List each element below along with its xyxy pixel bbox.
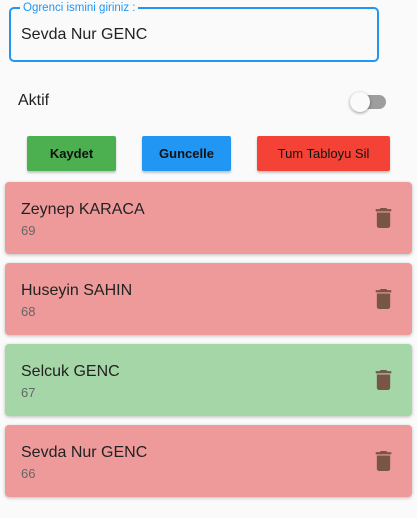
active-row: Aktif xyxy=(0,88,417,116)
update-button[interactable]: Guncelle xyxy=(142,136,231,171)
student-card[interactable]: Huseyin SAHIN 68 xyxy=(5,263,412,335)
trash-icon[interactable] xyxy=(375,451,392,471)
student-score: 66 xyxy=(21,466,36,481)
student-name-label: Ogrenci ismini giriniz : xyxy=(20,0,139,16)
trash-icon[interactable] xyxy=(375,289,392,309)
active-switch[interactable] xyxy=(350,92,388,112)
student-name: Selcuk GENC xyxy=(21,363,120,380)
save-button[interactable]: Kaydet xyxy=(27,136,116,171)
student-name-field[interactable]: Ogrenci ismini giriniz : xyxy=(9,0,379,62)
student-name: Zeynep KARACA xyxy=(21,201,145,218)
clear-table-button[interactable]: Tum Tabloyu Sil xyxy=(257,136,390,171)
student-score: 68 xyxy=(21,304,36,319)
student-score: 67 xyxy=(21,385,36,400)
switch-thumb[interactable] xyxy=(350,92,370,112)
student-score: 69 xyxy=(21,223,36,238)
student-name-input[interactable] xyxy=(21,22,361,48)
trash-icon[interactable] xyxy=(375,208,392,228)
student-card[interactable]: Sevda Nur GENC 66 xyxy=(5,425,412,497)
student-card[interactable]: Selcuk GENC 67 xyxy=(5,344,412,416)
student-name: Sevda Nur GENC xyxy=(21,444,148,461)
active-label: Aktif xyxy=(18,92,50,109)
student-name: Huseyin SAHIN xyxy=(21,282,133,299)
student-card[interactable]: Zeynep KARACA 69 xyxy=(5,182,412,254)
trash-icon[interactable] xyxy=(375,370,392,390)
